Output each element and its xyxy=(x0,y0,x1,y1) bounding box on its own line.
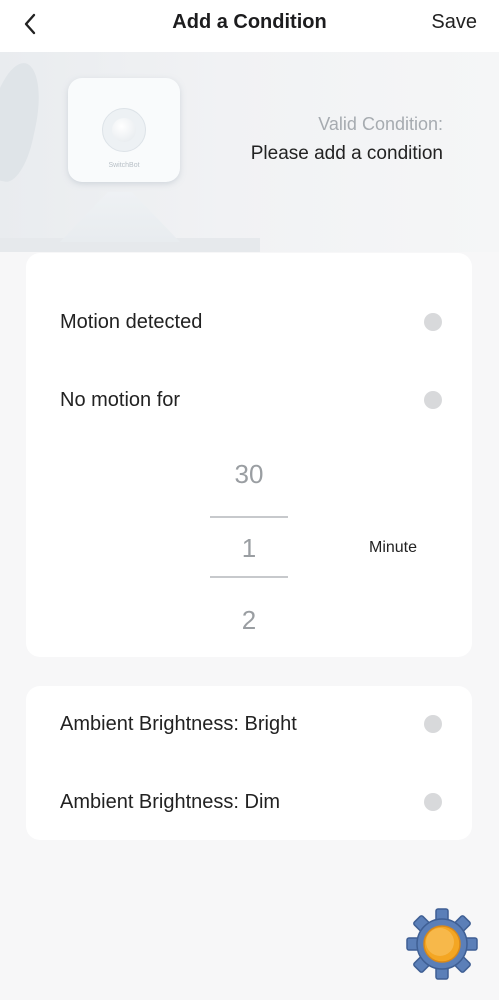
valid-condition-value: Please add a condition xyxy=(250,143,443,164)
option-motion-detected[interactable]: Motion detected xyxy=(60,302,442,342)
duration-picker[interactable]: 30 1 2 xyxy=(210,449,288,649)
device-brand: SwitchBot xyxy=(108,162,140,169)
option-brightness-dim[interactable]: Ambient Brightness: Dim xyxy=(60,782,442,822)
motion-conditions-card: Motion detected No motion for 30 1 2 Min… xyxy=(26,253,472,657)
picker-current-value[interactable]: 1 xyxy=(210,533,288,564)
save-button[interactable]: Save xyxy=(431,11,477,34)
settings-fab[interactable] xyxy=(406,908,478,980)
page-title: Add a Condition xyxy=(172,11,327,33)
option-label: Ambient Brightness: Dim xyxy=(60,790,281,813)
picker-divider xyxy=(210,516,288,518)
picker-divider xyxy=(210,576,288,578)
radio-button[interactable] xyxy=(424,715,442,733)
motion-sensor-image: SwitchBot xyxy=(68,78,180,182)
option-brightness-bright[interactable]: Ambient Brightness: Bright xyxy=(60,704,442,744)
hero-banner: SwitchBot Valid Condition: Please add a … xyxy=(0,52,499,252)
radio-button[interactable] xyxy=(424,793,442,811)
gear-icon xyxy=(406,908,478,980)
valid-condition-label: Valid Condition: xyxy=(318,114,443,134)
option-no-motion-for[interactable]: No motion for xyxy=(60,380,442,420)
option-label: No motion for xyxy=(60,388,181,411)
option-label: Motion detected xyxy=(60,310,203,333)
option-label: Ambient Brightness: Bright xyxy=(60,712,297,735)
sensor-lens xyxy=(102,108,146,152)
picker-prev-value[interactable]: 30 xyxy=(210,459,288,490)
picker-next-value[interactable]: 2 xyxy=(210,605,288,636)
picker-unit: Minute xyxy=(369,539,418,556)
radio-button[interactable] xyxy=(424,391,442,409)
brightness-conditions-card: Ambient Brightness: Bright Ambient Brigh… xyxy=(26,686,472,840)
top-bar: Add a Condition Save xyxy=(0,0,499,52)
radio-button[interactable] xyxy=(424,313,442,331)
